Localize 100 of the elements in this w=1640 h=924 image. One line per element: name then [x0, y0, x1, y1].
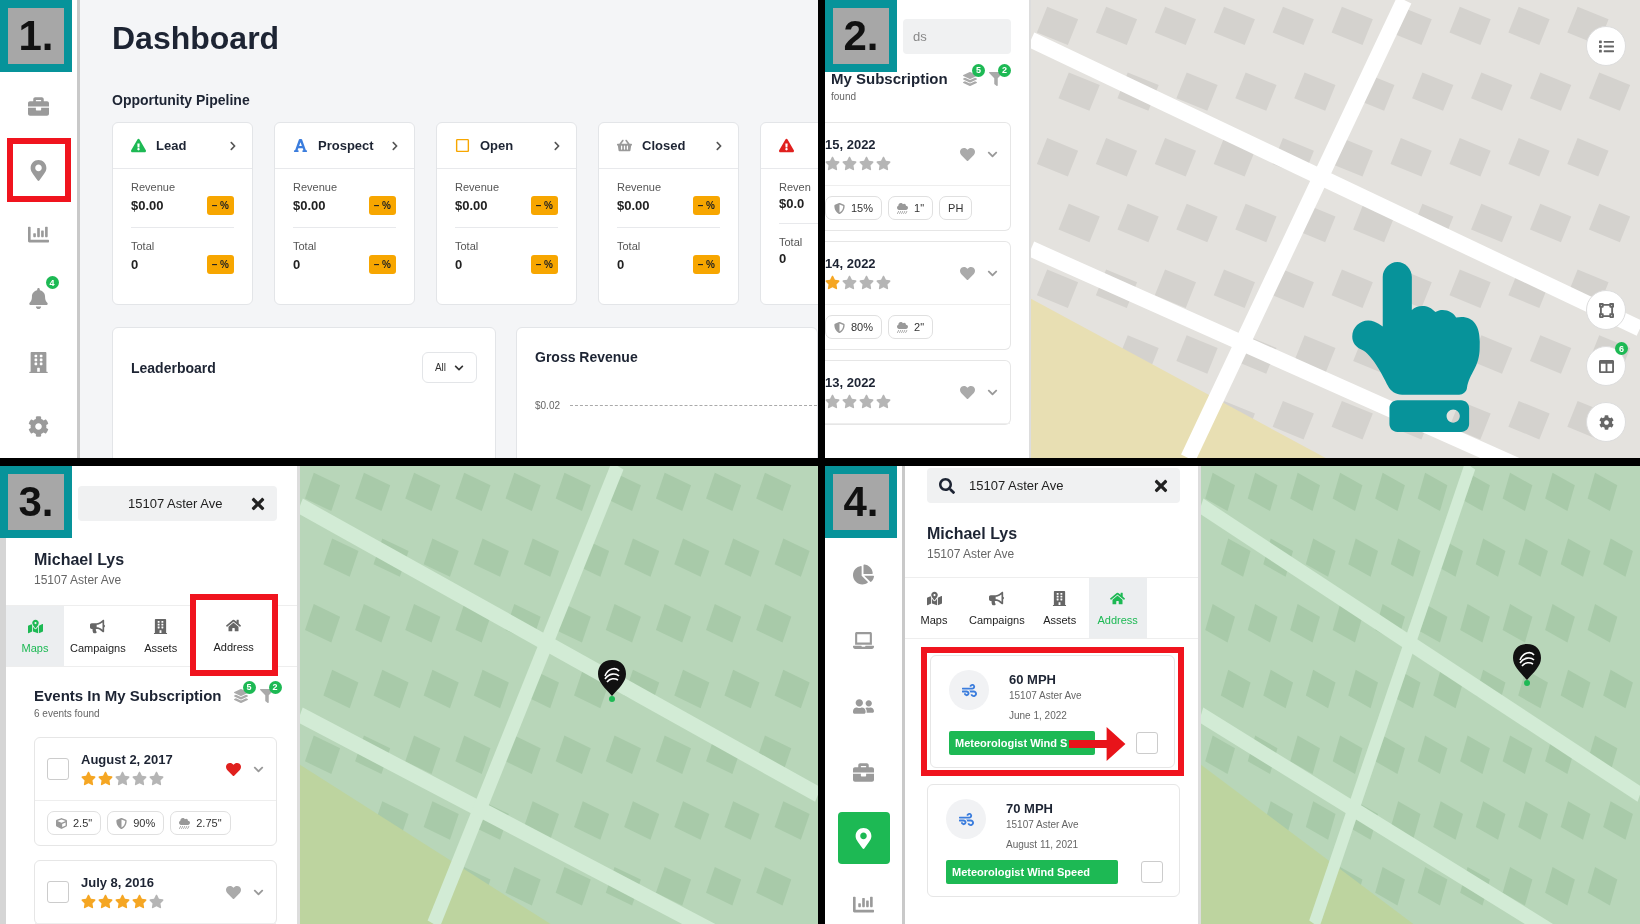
- metric-label: Revenue: [293, 181, 339, 193]
- event-card[interactable]: August 2, 2017 2.5" 90% 2.75": [34, 737, 277, 846]
- stage-label: Open: [480, 138, 515, 153]
- filter-dropdown[interactable]: All: [421, 352, 477, 383]
- map-control-button[interactable]: [1586, 26, 1626, 66]
- metric-value: $0.00: [455, 198, 488, 213]
- search-icon: [939, 477, 955, 494]
- checkbox[interactable]: [1136, 732, 1158, 754]
- event-card[interactable]: 14, 2022 80% 2": [825, 241, 1011, 350]
- hail-icon: [179, 817, 191, 829]
- checkbox[interactable]: [47, 758, 69, 780]
- chevron-right-icon[interactable]: [714, 140, 724, 151]
- megaphone-icon: [90, 618, 106, 634]
- chevron-right-icon[interactable]: [228, 140, 238, 151]
- checkbox[interactable]: [1141, 861, 1163, 883]
- favorite-button[interactable]: [960, 146, 975, 162]
- search-field[interactable]: 15107 Aster Ave: [78, 486, 277, 521]
- report-address: 15107 Aster Ave: [1009, 690, 1082, 701]
- wind-icon: [958, 811, 974, 827]
- star-icon: [98, 894, 113, 909]
- stage-card[interactable]: Reven $0.0 Total 0: [760, 122, 818, 305]
- star-icon: [115, 894, 130, 909]
- stage-card[interactable]: Closed Revenue $0.00 – % Total 0 – %: [598, 122, 739, 305]
- event-date: August 2, 2017: [81, 752, 174, 767]
- star-icon: [825, 394, 840, 409]
- chevron-down-icon: [454, 362, 464, 373]
- event-chip: 15%: [825, 196, 883, 220]
- favorite-button[interactable]: [960, 265, 975, 281]
- stage-card[interactable]: Prospect Revenue $0.00 – % Total 0 – %: [274, 122, 415, 305]
- change-tag: – %: [368, 255, 396, 274]
- checkbox[interactable]: [47, 881, 69, 903]
- change-tag: – %: [692, 255, 720, 274]
- metric-value: 0: [455, 257, 463, 272]
- event-card[interactable]: 13, 2022: [825, 360, 1011, 425]
- sidebar-item[interactable]: [6, 138, 71, 202]
- search-field[interactable]: ds: [903, 19, 1011, 54]
- search-input[interactable]: 15107 Aster Ave: [967, 477, 1140, 494]
- building-icon: [28, 351, 49, 373]
- chevron-right-icon[interactable]: [552, 140, 562, 151]
- event-date: 14, 2022: [825, 256, 877, 271]
- map-icon: [926, 590, 942, 606]
- star-icon: [876, 156, 891, 171]
- event-card[interactable]: July 8, 2016: [34, 860, 277, 924]
- star-icon: [825, 156, 840, 171]
- event-chip: 80%: [825, 315, 883, 339]
- report-card[interactable]: 70 MPH 15107 Aster Ave August 11, 2021 Meteorologist Wind Speed: [927, 784, 1180, 897]
- search-input[interactable]: ds: [911, 28, 1001, 45]
- map-control-button[interactable]: [1586, 290, 1626, 330]
- map-marker-icon[interactable]: [1511, 642, 1543, 686]
- change-tag: – %: [530, 255, 558, 274]
- metric-label: Total: [455, 240, 480, 252]
- metric-label: Revenue: [131, 181, 177, 193]
- contact-name: Michael Lys: [927, 525, 1019, 543]
- tab[interactable]: Address: [189, 594, 278, 676]
- contact-address: 15107 Aster Ave: [34, 573, 123, 587]
- metric-label: Revenue: [617, 181, 663, 193]
- step-number: 1.: [0, 0, 72, 72]
- change-tag: – %: [692, 196, 720, 215]
- chevron-right-icon[interactable]: [390, 140, 400, 151]
- report-date: June 1, 2022: [1009, 710, 1068, 721]
- star-icon: [825, 275, 840, 290]
- metric-label: Reven: [779, 181, 812, 193]
- report-speed: 70 MPH: [1006, 801, 1054, 816]
- metric-value: 0: [617, 257, 625, 272]
- step-number: 4.: [825, 466, 897, 538]
- layers-icon[interactable]: [963, 71, 977, 86]
- star-icon: [149, 894, 164, 909]
- step-number: 2.: [825, 0, 897, 72]
- filters-count: 2: [268, 680, 282, 694]
- change-tag: – %: [206, 196, 234, 215]
- search-input[interactable]: 15107 Aster Ave: [126, 495, 237, 512]
- results-count: found: [831, 91, 858, 102]
- map-marker-icon[interactable]: [596, 658, 628, 702]
- report-tag: Meteorologist Wind S: [949, 731, 1096, 755]
- star-icon: [132, 771, 147, 786]
- favorite-button[interactable]: [226, 884, 241, 900]
- event-chip: 2.75": [170, 811, 231, 835]
- favorite-button[interactable]: [960, 384, 975, 400]
- favorite-button[interactable]: [226, 761, 241, 777]
- metric-value: $0.0: [779, 196, 805, 211]
- wind-icon: [961, 682, 977, 698]
- layers-icon[interactable]: [233, 688, 248, 703]
- map-pin-icon: [28, 159, 49, 181]
- stage-card[interactable]: Lead Revenue $0.00 – % Total 0 – %: [112, 122, 253, 305]
- event-chip: PH: [939, 196, 973, 220]
- search-field[interactable]: 15107 Aster Ave: [927, 468, 1180, 503]
- warning-icon: [131, 138, 146, 153]
- page-title: Dashboard: [112, 19, 281, 58]
- shield-icon: [116, 817, 128, 829]
- stage-card[interactable]: Open Revenue $0.00 – % Total 0 – %: [436, 122, 577, 305]
- star-icon: [876, 275, 891, 290]
- report-card[interactable]: 60 MPH 15107 Aster Ave June 1, 2022 Meteorologist Wind S: [930, 655, 1175, 768]
- event-card[interactable]: 15, 2022 15% 1" PH: [825, 122, 1011, 231]
- event-chip: 90%: [107, 811, 165, 835]
- map-control-button[interactable]: [1586, 402, 1626, 442]
- change-tag: – %: [530, 196, 558, 215]
- building-icon: [153, 618, 169, 634]
- list-icon: [1598, 38, 1614, 54]
- stage-label: Prospect: [318, 138, 375, 153]
- megaphone-icon: [989, 590, 1005, 606]
